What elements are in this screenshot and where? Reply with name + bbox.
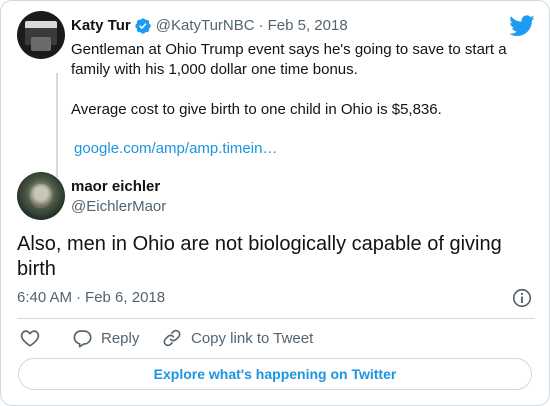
author-handle[interactable]: @EichlerMaor [71, 197, 166, 217]
verified-badge-icon [134, 17, 152, 35]
parent-author-name[interactable]: Katy Tur [71, 16, 131, 36]
info-icon[interactable] [511, 287, 533, 309]
link-icon [161, 327, 183, 349]
parent-tweet-link[interactable]: google.com/amp/amp.timein… [74, 139, 277, 159]
like-button[interactable] [19, 326, 41, 350]
reply-button[interactable]: Reply [71, 326, 139, 350]
tweet-text: Also, men in Ohio are not biologically c… [17, 233, 502, 280]
copy-link-label: Copy link to Tweet [191, 329, 314, 347]
parent-tweet-date[interactable]: Feb 5, 2018 [268, 16, 348, 36]
avatar-katy-tur[interactable] [17, 11, 65, 59]
header-separator: · [258, 17, 264, 34]
author-name[interactable]: maor eichler [71, 177, 160, 197]
divider [17, 318, 535, 319]
tweet-time[interactable]: 6:40 AM [17, 289, 72, 306]
parent-text-paragraph-1: Gentleman at Ohio Trump event says he's … [71, 41, 507, 78]
twitter-bird-icon[interactable] [509, 15, 535, 37]
parent-tweet-header: Katy Tur @KatyTurNBC · Feb 5, 2018 [71, 16, 348, 36]
thread-connector-line [56, 73, 58, 177]
explore-twitter-button[interactable]: Explore what's happening on Twitter [18, 358, 532, 390]
reply-icon [71, 327, 93, 349]
copy-link-button[interactable]: Copy link to Tweet [161, 326, 313, 350]
parent-tweet-text: Gentleman at Ohio Trump event says he's … [71, 40, 531, 120]
reply-label: Reply [101, 329, 140, 347]
tweet-timestamp[interactable]: 6:40 AM · Feb 6, 2018 [17, 288, 165, 308]
avatar-maor-eichler[interactable] [17, 172, 65, 220]
parent-author-handle[interactable]: @KatyTurNBC [156, 16, 255, 36]
tweet-date[interactable]: Feb 6, 2018 [85, 289, 165, 306]
parent-text-paragraph-2: Average cost to give birth to one child … [71, 101, 442, 118]
meta-separator: · [76, 289, 82, 306]
heart-icon [19, 327, 41, 349]
tweet-embed-card: Katy Tur @KatyTurNBC · Feb 5, 2018 Gentl… [0, 0, 550, 406]
